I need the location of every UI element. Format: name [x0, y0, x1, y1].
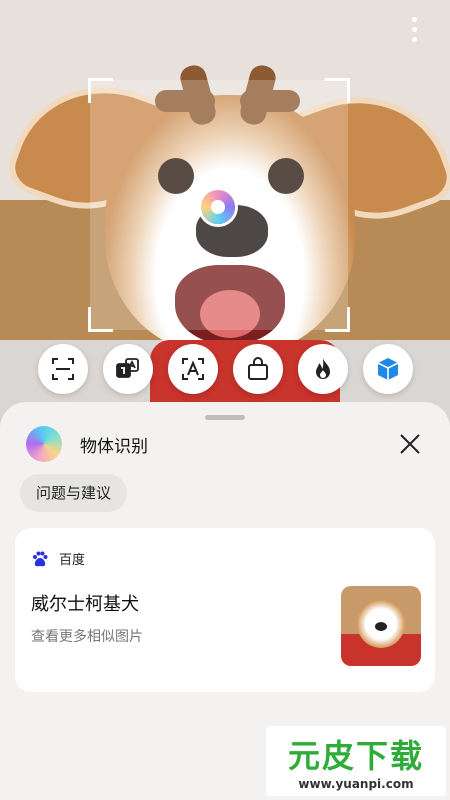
mode-toolbar — [0, 344, 450, 396]
frame-corner[interactable] — [88, 307, 113, 332]
similar-images-link[interactable]: 查看更多相似图片 — [31, 626, 143, 646]
text-recognition-button[interactable] — [168, 344, 218, 394]
recognition-frame[interactable] — [88, 78, 350, 332]
assistant-logo-icon — [26, 426, 62, 462]
result-name: 威尔士柯基犬 — [31, 594, 139, 615]
calories-button[interactable] — [298, 344, 348, 394]
more-vertical-icon[interactable] — [402, 14, 426, 46]
scan-button[interactable] — [38, 344, 88, 394]
object-recognition-button[interactable] — [363, 344, 413, 394]
thumbnail-dog-nose — [375, 622, 387, 631]
scan-icon — [52, 358, 74, 380]
translate-icon — [116, 358, 139, 378]
result-card[interactable]: 百度 威尔士柯基犬 查看更多相似图片 — [15, 528, 435, 692]
frame-corner[interactable] — [88, 78, 113, 103]
frame-corner[interactable] — [325, 78, 350, 103]
focus-dot-icon[interactable] — [201, 190, 235, 224]
result-thumbnail[interactable] — [341, 586, 421, 666]
watermark-url: www.yuanpi.com — [298, 777, 414, 791]
sheet-title: 物体识别 — [80, 437, 148, 457]
translate-button[interactable] — [103, 344, 153, 394]
feedback-chip[interactable]: 问题与建议 — [20, 474, 128, 512]
watermark-text: 元皮下载 — [287, 737, 424, 775]
cube-icon — [377, 358, 399, 380]
flame-icon — [316, 358, 330, 379]
drag-handle[interactable] — [205, 415, 245, 420]
text-recognition-icon — [182, 358, 204, 380]
baidu-paw-icon — [33, 551, 48, 567]
watermark-logo: 元皮下载 www.yuanpi.com — [266, 726, 446, 796]
shopping-button[interactable] — [233, 344, 283, 394]
source-label: 百度 — [59, 553, 86, 568]
close-icon[interactable] — [396, 430, 424, 458]
frame-corner[interactable] — [325, 307, 350, 332]
shopping-bag-icon — [248, 357, 268, 380]
